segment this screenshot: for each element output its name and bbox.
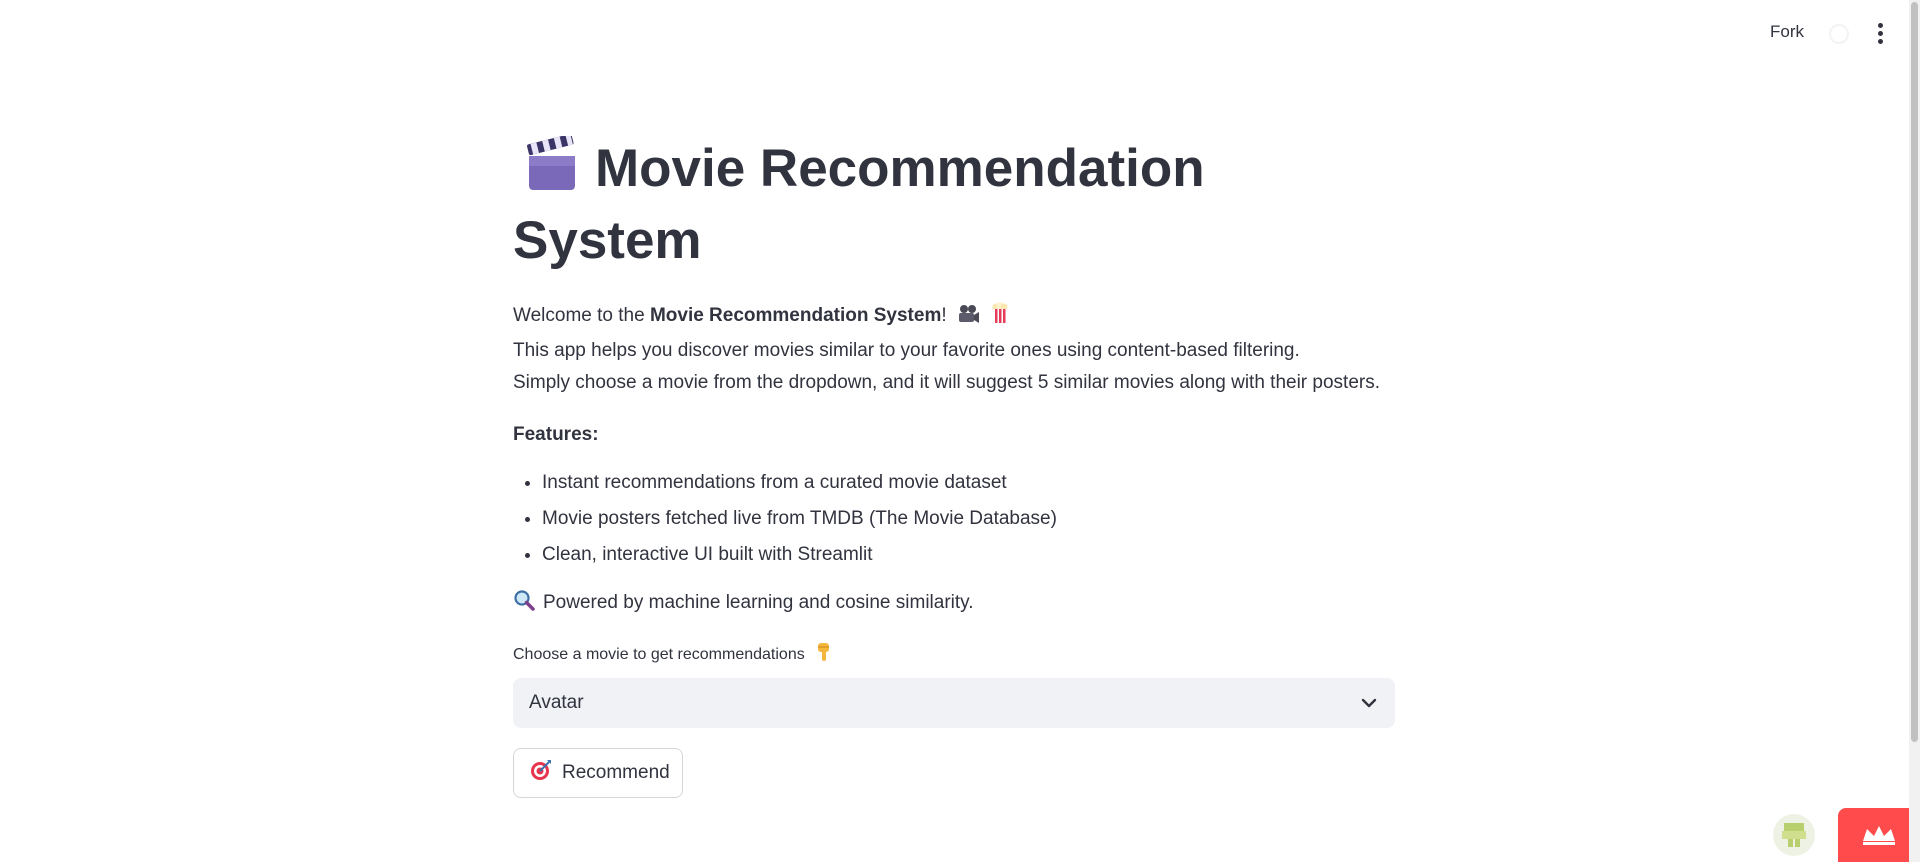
streamlit-badge[interactable] xyxy=(1838,808,1920,862)
page-title: Movie Recommendation System xyxy=(513,133,1213,274)
title-text: Movie Recommendation System xyxy=(513,139,1205,270)
features-heading: Features: xyxy=(513,424,599,445)
select-label-text: Choose a movie to get recommendations xyxy=(513,646,805,663)
pointing-down-icon xyxy=(815,642,833,668)
viewer-avatar[interactable] xyxy=(1773,814,1815,856)
recommend-label: Recommend xyxy=(562,762,670,783)
scroll-thumb[interactable] xyxy=(1911,2,1918,742)
chevron-down-icon[interactable] xyxy=(1361,696,1377,714)
list-item: Instant recommendations from a curated m… xyxy=(542,465,1395,501)
features-list: Instant recommendations from a curated m… xyxy=(513,465,1395,573)
intro-paragraph: Welcome to the Movie Recommendation Syst… xyxy=(513,300,1395,399)
intro-line-2: This app helps you discover movies simil… xyxy=(513,340,1300,361)
crown-icon xyxy=(1863,826,1895,845)
select-value: Avatar xyxy=(529,692,584,713)
direct-hit-icon xyxy=(530,759,552,787)
powered-by-text: Powered by machine learning and cosine s… xyxy=(543,592,974,613)
popcorn-icon xyxy=(991,302,1009,335)
powered-by-line: Powered by machine learning and cosine s… xyxy=(513,587,1395,622)
kebab-menu-icon[interactable] xyxy=(1870,21,1890,45)
movie-select[interactable]: Avatar xyxy=(513,678,1395,728)
welcome-suffix: ! xyxy=(941,305,947,326)
welcome-app-name: Movie Recommendation System xyxy=(649,305,942,326)
scrollbar[interactable] xyxy=(1909,0,1920,862)
running-status-icon xyxy=(1829,24,1849,44)
list-item: Clean, interactive UI built with Streaml… xyxy=(542,537,1395,573)
select-label: Choose a movie to get recommendations xyxy=(513,642,1395,668)
app-header: Fork xyxy=(0,0,1920,66)
magnifying-glass-icon xyxy=(513,589,535,622)
movie-camera-icon xyxy=(958,303,980,335)
intro-line-1: Welcome to the Movie Recommendation Syst… xyxy=(513,300,1395,335)
recommend-button[interactable]: Recommend xyxy=(513,748,683,798)
fork-link[interactable]: Fork xyxy=(1770,22,1804,42)
clapper-board-icon xyxy=(525,133,579,208)
intro-line-3: Simply choose a movie from the dropdown,… xyxy=(513,372,1380,393)
main-content: Movie Recommendation System Welcome to t… xyxy=(513,133,1395,798)
welcome-prefix: Welcome to the xyxy=(513,305,650,326)
list-item: Movie posters fetched live from TMDB (Th… xyxy=(542,501,1395,537)
